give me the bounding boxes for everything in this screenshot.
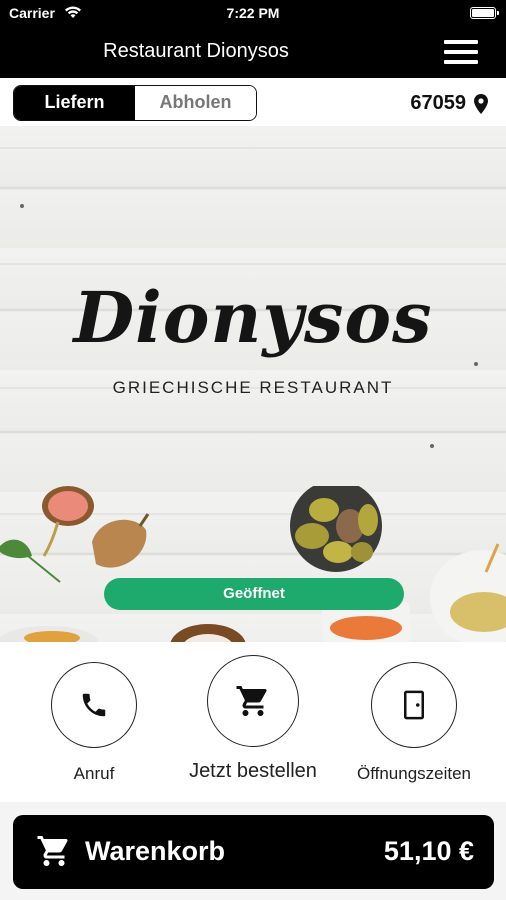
order-now-label: Jetzt bestellen: [189, 760, 317, 782]
phone-icon: [82, 693, 106, 717]
location-pin-icon: [474, 93, 488, 114]
tab-liefern[interactable]: Liefern: [14, 86, 135, 120]
open-status-badge: Geöffnet: [104, 578, 404, 610]
tab-abholen[interactable]: Abholen: [135, 86, 256, 120]
cart-icon: [37, 836, 68, 866]
restaurant-logo: Dionysos: [73, 276, 433, 359]
page-title: Restaurant Dionysos: [103, 40, 289, 62]
food-illustration: [0, 486, 506, 642]
cart-icon: [236, 686, 267, 716]
call-label: Anruf: [73, 764, 115, 783]
opening-hours-button[interactable]: Öffnungszeiten: [349, 662, 479, 784]
status-bar: Carrier 7:22 PM: [0, 0, 506, 26]
order-mode-segmented-control: Liefern Abholen: [13, 85, 257, 121]
clock: 7:22 PM: [226, 5, 280, 21]
cart-total: 51,10 €: [383, 836, 474, 866]
cart-button[interactable]: Warenkorb 51,10 €: [13, 815, 494, 889]
hamburger-icon[interactable]: [444, 40, 478, 64]
order-now-button[interactable]: Jetzt bestellen: [181, 655, 325, 783]
cart-strip: Warenkorb 51,10 €: [0, 802, 506, 900]
quick-actions: Anruf Jetzt bestellen Öffnungszeiten: [0, 642, 506, 802]
nav-bar: Restaurant Dionysos: [0, 26, 506, 78]
cart-label: Warenkorb: [85, 836, 226, 866]
hero-banner: Dionysos GRIECHISCHE RESTAURANT Geöffnet: [0, 126, 506, 642]
call-button[interactable]: Anruf: [29, 662, 159, 784]
door-icon: [404, 690, 424, 720]
location-selector[interactable]: 67059: [410, 92, 488, 115]
call-button-circle: [51, 662, 137, 748]
order-mode-row: Liefern Abholen 67059: [0, 78, 506, 126]
battery-icon: [470, 7, 499, 19]
postal-code: 67059: [410, 92, 466, 114]
restaurant-subtitle: GRIECHISCHE RESTAURANT: [112, 378, 394, 397]
opening-hours-label: Öffnungszeiten: [356, 764, 472, 783]
order-now-circle: [207, 655, 299, 747]
opening-hours-circle: [371, 662, 457, 748]
